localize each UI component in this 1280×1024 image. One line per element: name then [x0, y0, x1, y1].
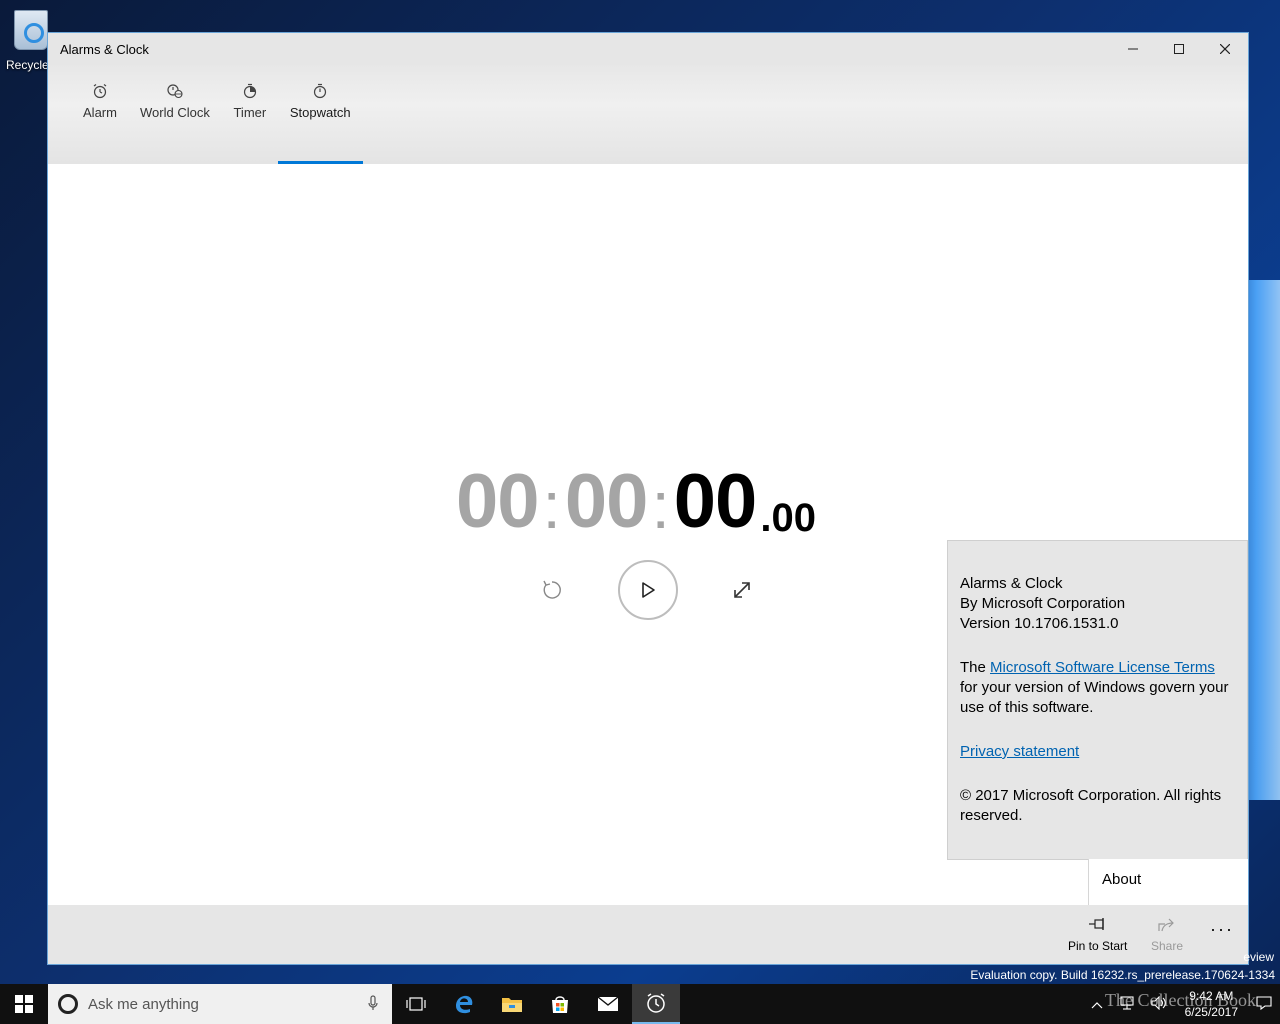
license-prefix: The [960, 659, 991, 676]
edge-taskbar-button[interactable] [440, 984, 488, 1024]
taskbar: Ask me anything 9:42 AM 6/25/2017 [0, 984, 1280, 1024]
pin-to-start-label: Pin to Start [1068, 939, 1128, 953]
stopwatch-display: 00 : 00 : 00 .00 [456, 459, 816, 544]
task-view-icon [406, 997, 426, 1011]
notification-icon [1256, 995, 1272, 1010]
about-publisher: By Microsoft Corporation [960, 595, 1126, 612]
pin-icon [1087, 917, 1109, 939]
task-view-button[interactable] [392, 984, 440, 1024]
stopwatch-icon [312, 83, 328, 105]
play-icon [642, 582, 655, 598]
more-options-button[interactable]: ··· [1210, 919, 1234, 940]
license-terms-link[interactable]: Microsoft Software License Terms [990, 659, 1215, 676]
menu-item-about[interactable]: About [1088, 859, 1248, 905]
mail-icon [597, 996, 619, 1011]
stopwatch-hours: 00 [456, 459, 540, 544]
stopwatch-minutes: 00 [564, 459, 649, 544]
title-bar[interactable]: Alarms & Clock [48, 33, 1248, 65]
start-button[interactable] [618, 560, 678, 620]
maximize-icon [1174, 44, 1184, 54]
microphone-icon[interactable] [368, 994, 378, 1014]
window-title: Alarms & Clock [60, 41, 149, 57]
about-license-text: The Microsoft Software License Terms for… [960, 658, 1235, 718]
collection-book-watermark: The Collection Book [1105, 990, 1256, 1010]
alarm-icon [92, 83, 108, 105]
about-app-info: Alarms & Clock By Microsoft Corporation … [960, 574, 1235, 634]
expand-button[interactable] [728, 576, 756, 604]
reset-icon [543, 580, 561, 599]
expand-icon [734, 582, 750, 598]
search-placeholder: Ask me anything [88, 995, 199, 1013]
minimize-icon [1128, 48, 1138, 50]
start-button[interactable] [0, 984, 48, 1024]
pin-to-start-button[interactable]: Pin to Start [1068, 917, 1127, 953]
timer-icon [242, 83, 258, 105]
cortana-icon [58, 994, 78, 1014]
recycle-bin-icon [14, 10, 48, 50]
build-watermark-partial: eview [1243, 950, 1274, 964]
world-clock-icon [166, 83, 184, 105]
share-label: Share [1151, 939, 1184, 953]
action-center-button[interactable] [1256, 995, 1272, 1014]
tab-bar: Alarm World Clock Timer Stopwatch [48, 65, 1248, 164]
share-button[interactable]: Share [1151, 917, 1183, 953]
tab-world-clock-label: World Clock [140, 105, 210, 120]
maximize-button[interactable] [1156, 33, 1202, 65]
tab-timer-label: Timer [233, 105, 267, 120]
stopwatch-separator: : [651, 468, 670, 542]
reset-button[interactable] [538, 576, 566, 604]
stopwatch-controls [538, 560, 758, 622]
alarms-clock-window: Alarms & Clock Alarm World Clock Timer S… [47, 32, 1249, 965]
file-explorer-taskbar-button[interactable] [488, 984, 536, 1024]
folder-icon [502, 998, 522, 1012]
windows-logo-icon [15, 995, 33, 1013]
about-version: Version 10.1706.1531.0 [960, 615, 1119, 632]
tab-stopwatch[interactable]: Stopwatch [277, 65, 363, 164]
about-privacy: Privacy statement [960, 742, 1235, 762]
stopwatch-seconds: 00 [673, 459, 758, 544]
window-controls [1110, 33, 1248, 65]
alarms-clock-icon [647, 993, 665, 1013]
store-icon [552, 996, 568, 1013]
tab-alarm[interactable]: Alarm [72, 65, 128, 164]
cortana-search-box[interactable]: Ask me anything [48, 984, 392, 1024]
alarms-clock-taskbar-button[interactable] [632, 984, 680, 1024]
about-flyout: Alarms & Clock By Microsoft Corporation … [947, 540, 1248, 860]
privacy-statement-link[interactable]: Privacy statement [960, 743, 1079, 760]
recycle-bin-label: Recycle [6, 58, 49, 72]
share-icon [1157, 917, 1177, 939]
about-app-name: Alarms & Clock [960, 575, 1063, 592]
store-taskbar-button[interactable] [536, 984, 584, 1024]
tab-world-clock[interactable]: World Clock [140, 65, 210, 164]
tab-alarm-label: Alarm [83, 105, 117, 120]
chevron-up-icon [1091, 1001, 1103, 1008]
tab-stopwatch-label: Stopwatch [289, 105, 351, 120]
stopwatch-fraction: .00 [760, 496, 816, 540]
license-suffix: for your version of Windows govern your … [960, 679, 1229, 716]
stopwatch-separator: : [542, 468, 561, 542]
build-watermark: Evaluation copy. Build 16232.rs_prerelea… [970, 968, 1275, 982]
about-copyright: © 2017 Microsoft Corporation. All rights… [960, 787, 1222, 824]
tab-timer[interactable]: Timer [222, 65, 278, 164]
app-bar: Pin to Start Share ··· [48, 905, 1248, 964]
close-icon [1220, 44, 1230, 54]
edge-icon [456, 995, 473, 1014]
close-button[interactable] [1202, 33, 1248, 65]
show-hidden-icons-button[interactable] [1091, 997, 1103, 1012]
mail-taskbar-button[interactable] [584, 984, 632, 1024]
minimize-button[interactable] [1110, 33, 1156, 65]
